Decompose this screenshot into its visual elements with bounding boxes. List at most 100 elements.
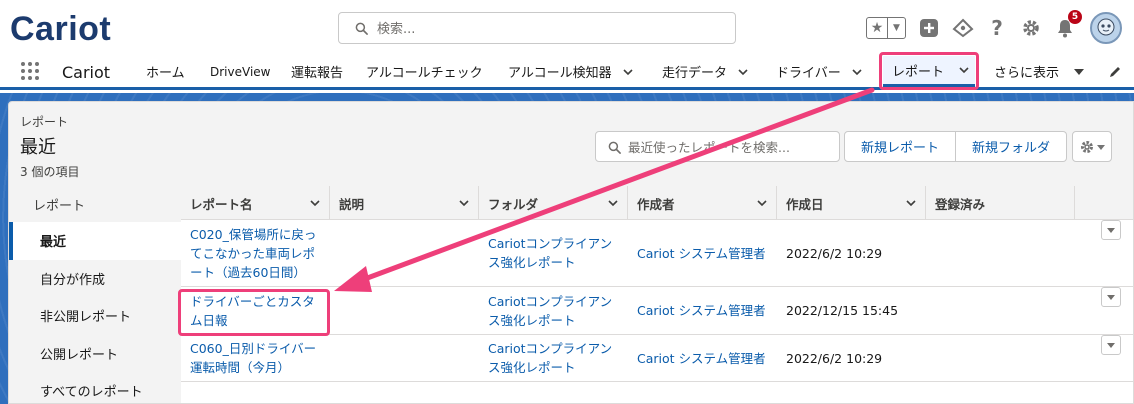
question-icon[interactable]: ? [986, 16, 1008, 40]
column-header-created-date[interactable]: 作成日 [777, 186, 926, 220]
table-row: C020_保管場所に戻ってこなかった車両レポート（過去60日間） Cariotコ… [181, 220, 1133, 287]
reports-list-card: レポート 最近 3 個の項目 新規レポート 新規フォルダ レポート 最近 自分が… [8, 101, 1134, 404]
sidebar-item-label: すべてのレポート [40, 385, 143, 401]
sidebar-header: レポート [33, 198, 86, 214]
column-header-subscribed[interactable]: 登録済み [926, 186, 1075, 220]
bell-icon[interactable]: 5 [1054, 10, 1082, 39]
chevron-down-icon[interactable] [851, 66, 863, 78]
report-folder-link[interactable]: Cariotコンプライアンス強化レポート [479, 220, 628, 286]
nav-item-driving-data[interactable]: 走行データ [662, 56, 749, 87]
sidebar-item-label: 自分が作成 [40, 272, 106, 288]
list-settings-button[interactable] [1072, 131, 1112, 162]
report-description [330, 220, 479, 286]
report-created-date: 2022/12/15 15:45 [786, 303, 899, 318]
report-name-link[interactable]: C020_保管場所に戻ってこなかった車両レポート（過去60日間） [181, 220, 330, 286]
nav-item-label: 運転報告 [291, 66, 344, 81]
chevron-down-icon[interactable] [958, 64, 970, 76]
nav-more-label: さらに表示 [994, 66, 1060, 81]
report-folder-link[interactable]: Cariotコンプライアンス強化レポート [479, 335, 628, 381]
avatar[interactable] [1090, 12, 1122, 44]
new-report-button[interactable]: 新規レポート [844, 131, 957, 162]
report-creator-link[interactable]: Cariot システム管理者 [628, 220, 777, 286]
nav-item-label: アルコール検知器 [508, 66, 612, 81]
search-icon [608, 141, 621, 154]
report-description [330, 335, 479, 381]
nav-item-label: 走行データ [662, 66, 728, 81]
chevron-down-icon[interactable] [607, 197, 619, 209]
column-label: フォルダ [488, 196, 539, 212]
report-folder-link[interactable]: Cariotコンプライアンス強化レポート [479, 287, 628, 334]
search-icon [355, 22, 368, 35]
global-search[interactable] [338, 12, 736, 44]
gear-icon [1080, 140, 1093, 153]
nav-item-alcohol-check[interactable]: アルコールチェック [366, 56, 483, 87]
caret-down-icon[interactable] [1073, 66, 1085, 78]
chevron-down-icon[interactable] [458, 197, 470, 209]
sidebar-item-private-reports[interactable]: 非公開レポート [9, 297, 181, 335]
nav-more-menu[interactable]: さらに表示 [994, 56, 1085, 87]
sidebar-item-public-reports[interactable]: 公開レポート [9, 335, 181, 373]
sidebar-item-all-reports[interactable]: すべてのレポート [9, 372, 181, 403]
nav-item-label: レポート [892, 64, 945, 80]
caret-down-icon [1096, 144, 1105, 150]
report-search-input[interactable] [628, 136, 833, 158]
new-folder-button[interactable]: 新規フォルダ [956, 131, 1068, 162]
table-row: ドライバーごとカスタム日報 Cariotコンプライアンス強化レポート Cario… [181, 287, 1133, 335]
report-name-link[interactable]: ドライバーごとカスタム日報 [181, 287, 330, 334]
plus-icon[interactable] [918, 17, 940, 39]
column-label: レポート名 [190, 196, 253, 212]
report-subscribed [926, 220, 1075, 286]
star-icon[interactable]: ★ [867, 18, 887, 38]
cloud-icon[interactable] [952, 17, 974, 39]
row-actions-button[interactable] [1101, 220, 1121, 240]
nav-item-home[interactable]: ホーム [146, 56, 185, 87]
table-header-row: レポート名 説明 フォルダ 作成者 作成日 登録済み [181, 186, 1133, 220]
list-actions: 新規レポート 新規フォルダ [844, 131, 1068, 162]
app-logo[interactable]: Cariot [10, 10, 111, 49]
column-label: 作成者 [637, 196, 675, 212]
chevron-down-icon[interactable] [905, 197, 917, 209]
table-row: C060_日別ドライバー運転時間（今月） Cariotコンプライアンス強化レポー… [181, 335, 1133, 382]
global-search-input[interactable] [377, 18, 717, 40]
nav-item-alcohol-detector[interactable]: アルコール検知器 [508, 56, 634, 87]
chevron-down-icon [1107, 343, 1115, 348]
nav-item-label: DriveView [210, 64, 271, 79]
column-header-folder[interactable]: フォルダ [479, 186, 628, 220]
pencil-icon[interactable] [1108, 65, 1122, 79]
item-count: 3 個の項目 [20, 165, 80, 179]
nav-item-driver[interactable]: ドライバー [776, 56, 863, 87]
report-search[interactable] [595, 131, 840, 162]
row-actions-button[interactable] [1101, 287, 1121, 307]
app-nav-bar: Cariot ホーム DriveView 運転報告 アルコールチェック アルコー… [0, 56, 1134, 90]
gear-icon[interactable] [1020, 17, 1042, 39]
nav-item-reports[interactable]: レポート [883, 56, 975, 87]
row-actions-button[interactable] [1101, 335, 1121, 355]
header-spacer [1075, 186, 1133, 219]
chevron-down-icon[interactable] [309, 197, 321, 209]
sidebar-item-recent[interactable]: 最近 [9, 222, 181, 260]
report-description [330, 287, 479, 334]
report-creator-link[interactable]: Cariot システム管理者 [628, 287, 777, 334]
chevron-down-icon[interactable] [756, 197, 768, 209]
report-created-date: 2022/6/2 10:29 [786, 245, 883, 261]
caret-down-icon[interactable]: ▼ [887, 18, 905, 38]
sidebar-item-created-by-me[interactable]: 自分が作成 [9, 260, 181, 298]
chevron-down-icon[interactable] [622, 66, 634, 78]
chevron-down-icon[interactable] [737, 66, 749, 78]
nav-item-driving-report[interactable]: 運転報告 [291, 56, 343, 87]
report-creator-link[interactable]: Cariot システム管理者 [628, 335, 777, 381]
report-subscribed [926, 287, 1075, 334]
column-header-creator[interactable]: 作成者 [628, 186, 777, 220]
app-name: Cariot [62, 63, 111, 82]
report-created-date: 2022/6/2 10:29 [786, 350, 883, 366]
column-label: 説明 [339, 196, 365, 212]
nav-item-label: ドライバー [776, 66, 841, 81]
report-subscribed [926, 335, 1075, 381]
waffle-icon[interactable] [20, 61, 40, 81]
favorites-button-group[interactable]: ★ ▼ [866, 17, 906, 39]
report-name-link[interactable]: C060_日別ドライバー運転時間（今月） [181, 335, 330, 381]
report-folders-sidebar: レポート 最近 自分が作成 非公開レポート 公開レポート すべてのレポート [9, 186, 181, 403]
column-header-description[interactable]: 説明 [330, 186, 479, 220]
nav-item-driveview[interactable]: DriveView [210, 56, 270, 87]
column-header-report-name[interactable]: レポート名 [181, 186, 330, 220]
